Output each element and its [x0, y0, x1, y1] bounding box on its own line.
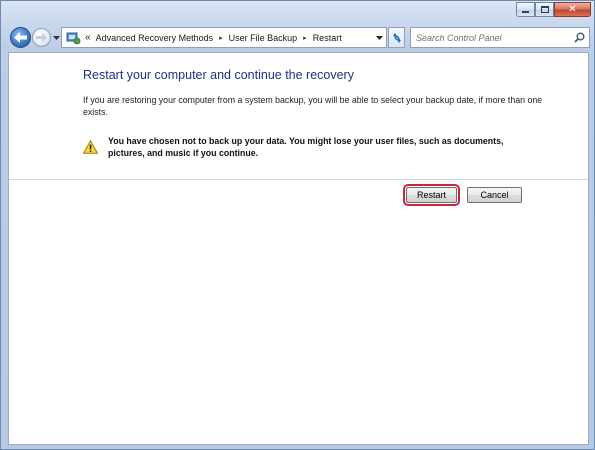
chevron-down-icon	[375, 35, 383, 40]
search-input[interactable]	[416, 32, 566, 43]
address-history-button[interactable]	[372, 28, 386, 47]
maximize-icon	[540, 6, 549, 13]
minimize-button[interactable]	[516, 2, 535, 17]
back-arrow-icon	[14, 32, 27, 43]
restart-button[interactable]: Restart	[403, 184, 460, 206]
warning-message: You have chosen not to back up your data…	[82, 135, 523, 159]
address-bar[interactable]: « Advanced Recovery Methods ▸ User File …	[61, 27, 387, 48]
chevron-down-icon	[52, 36, 60, 40]
close-icon: ✕	[568, 3, 577, 15]
cancel-button[interactable]: Cancel	[467, 187, 522, 203]
forward-button[interactable]	[32, 28, 51, 47]
search-icon	[574, 32, 585, 43]
content-pane: Restart your computer and continue the r…	[8, 52, 589, 445]
control-panel-icon	[65, 30, 81, 46]
breadcrumb-restart[interactable]: Restart	[313, 33, 342, 43]
warning-icon	[82, 139, 99, 154]
breadcrumb-user-file-backup[interactable]: User File Backup	[229, 33, 298, 43]
search-button[interactable]	[573, 31, 586, 44]
search-box[interactable]	[410, 27, 590, 48]
breadcrumb-advanced-recovery-methods[interactable]: Advanced Recovery Methods	[96, 33, 214, 43]
breadcrumb-overflow[interactable]: «	[85, 32, 91, 43]
minimize-icon	[522, 11, 529, 13]
close-button[interactable]: ✕	[554, 2, 591, 17]
breadcrumb-separator[interactable]: ▸	[219, 34, 223, 42]
page-title: Restart your computer and continue the r…	[83, 68, 354, 82]
refresh-button[interactable]	[388, 27, 405, 48]
divider	[9, 179, 588, 180]
maximize-button[interactable]	[535, 2, 554, 17]
warning-text: You have chosen not to back up your data…	[108, 136, 504, 158]
forward-arrow-icon	[36, 33, 47, 42]
recovery-window: ✕ « Advanced Recovery Methods ▸ User Fil…	[0, 0, 595, 450]
back-button[interactable]	[10, 27, 31, 48]
breadcrumb-separator[interactable]: ▸	[303, 34, 307, 42]
refresh-icon	[392, 32, 401, 43]
description-text: If you are restoring your computer from …	[83, 95, 543, 117]
recent-pages-button[interactable]	[52, 34, 60, 42]
